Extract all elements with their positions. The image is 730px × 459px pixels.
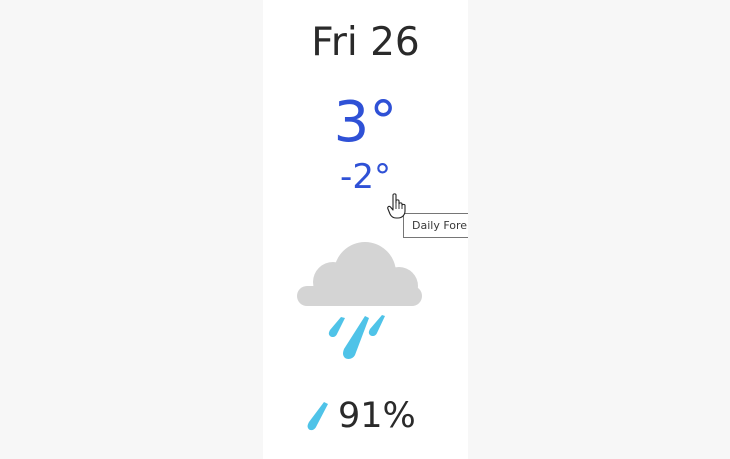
tooltip: Daily Fore [403,213,468,238]
rain-drops [328,315,385,359]
precipitation-row: 91% [263,392,468,440]
weather-forecast-view: Fri 26 3° -2° 91% Daily Fore [0,0,730,459]
precipitation-value: 91% [338,396,416,436]
day-label: Fri 26 [311,20,420,65]
low-temperature: -2° [340,157,391,197]
rain-cloud-icon [297,242,422,359]
hand-cursor-icon [387,193,406,219]
high-temperature: 3° [333,90,398,155]
raindrop-icon [307,402,328,431]
cloud-shape [297,242,422,306]
tooltip-text: Daily Fore [412,219,468,232]
